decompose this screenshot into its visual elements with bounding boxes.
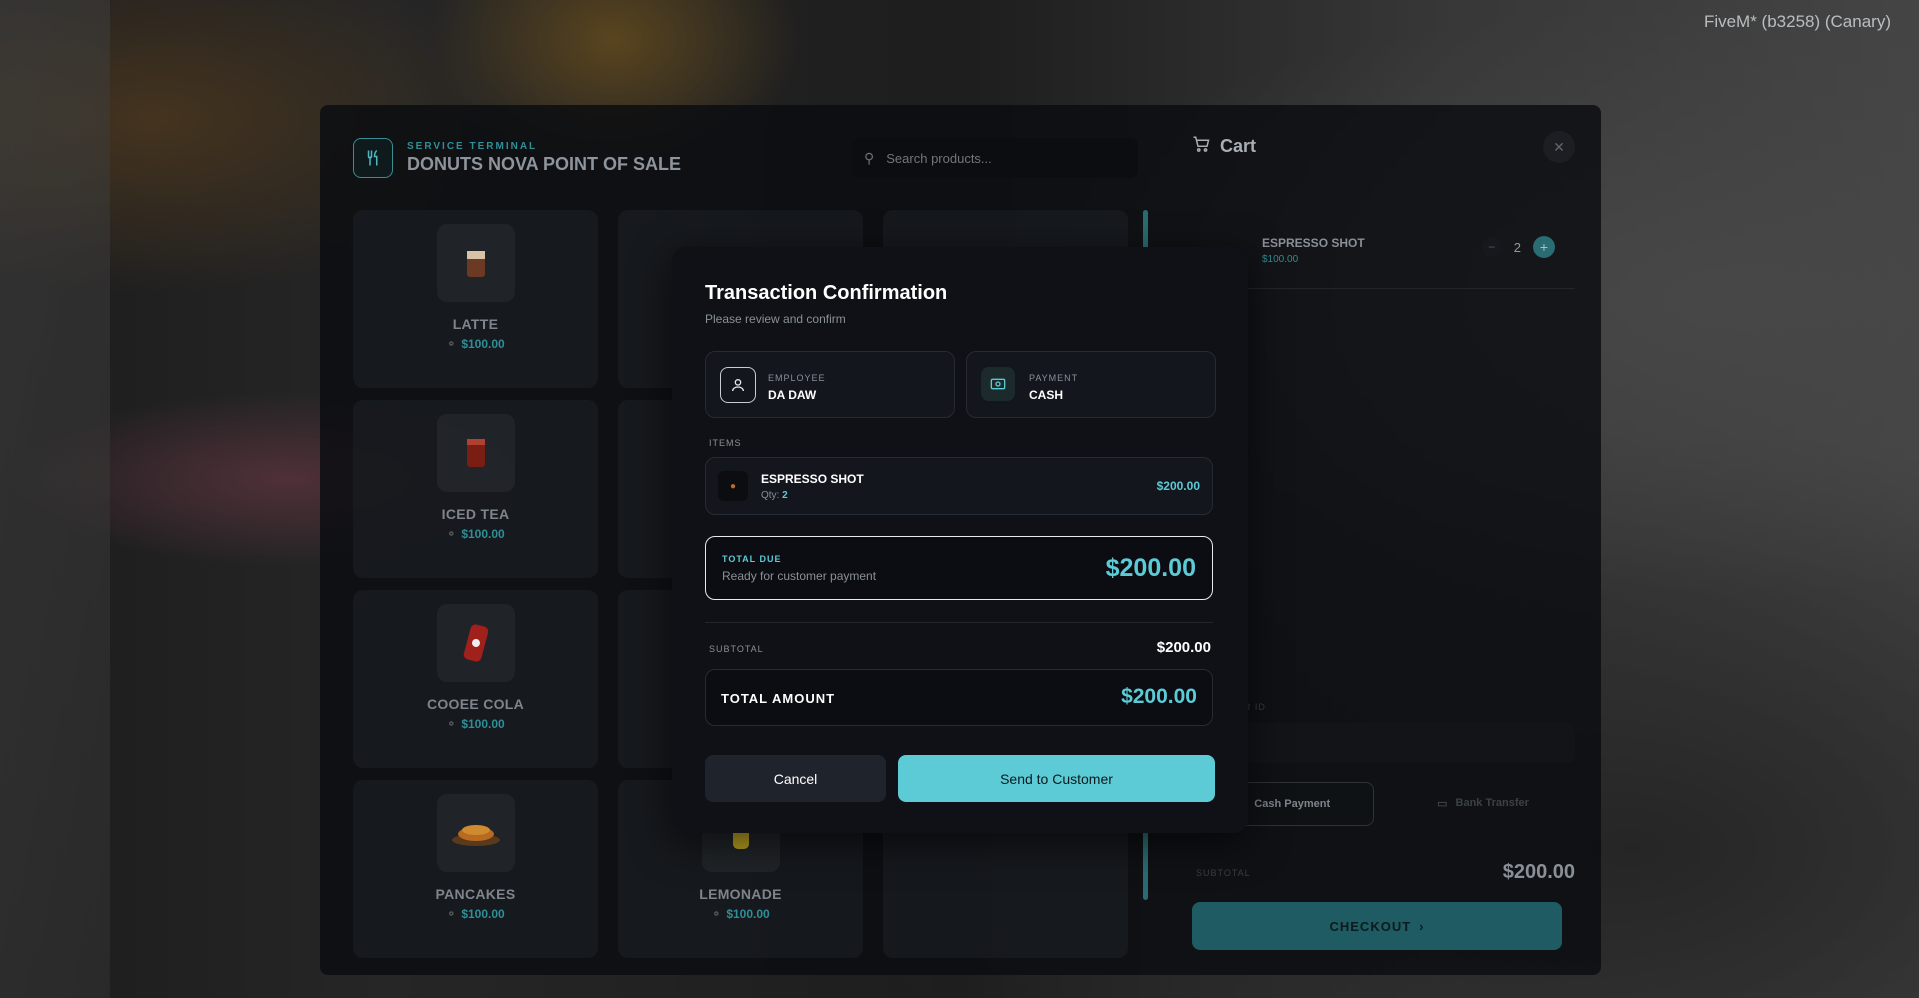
send-to-customer-button[interactable]: Send to Customer	[898, 755, 1215, 802]
search-icon: ⚲	[864, 149, 875, 166]
total-amount-box: TOTAL AMOUNT $200.00	[705, 669, 1213, 726]
cola-can-icon	[436, 604, 515, 682]
utensils-icon	[353, 138, 393, 178]
pancakes-icon	[436, 794, 515, 872]
fivem-watermark: FiveM* (b3258) (Canary)	[1703, 12, 1891, 31]
total-due-subtext: Ready for customer payment	[722, 569, 877, 583]
decrease-qty-button[interactable]: −	[1481, 237, 1502, 257]
checkout-button[interactable]: CHECKOUT ›	[1192, 902, 1562, 950]
item-qty-label: Qty:	[761, 490, 780, 501]
cash-icon	[981, 367, 1015, 401]
modal-subtitle: Please review and confirm	[705, 312, 846, 326]
espresso-icon: ●	[718, 471, 748, 501]
pos-header: SERVICE TERMINAL DONUTS NOVA POINT OF SA…	[353, 138, 681, 178]
employee-card: EMPLOYEE DA DAW	[705, 351, 955, 418]
product-price: $100.00	[461, 337, 505, 351]
product-name: LEMONADE	[699, 886, 782, 902]
cart-item-name: ESPRESSO SHOT	[1262, 236, 1365, 250]
iced-tea-icon	[436, 414, 515, 492]
cart-item: ESPRESSO SHOT $100.00 − 2 +	[1192, 222, 1575, 289]
total-due-box: TOTAL DUE Ready for customer payment $20…	[705, 536, 1213, 600]
product-price: $100.00	[726, 907, 770, 921]
cart-title: Cart	[1192, 135, 1256, 158]
tag-icon: ⚬	[446, 907, 457, 921]
subtotal-label: SUBTOTAL	[709, 644, 764, 654]
items-label: ITEMS	[709, 438, 742, 448]
tag-icon: ⚬	[446, 717, 457, 731]
product-name: PANCAKES	[435, 886, 516, 902]
product-name: COOEE COLA	[426, 696, 525, 712]
employee-value: DA DAW	[768, 388, 817, 402]
product-price: $100.00	[461, 527, 505, 541]
cart-item-qty: 2	[1513, 239, 1521, 255]
tag-icon: ⚬	[446, 527, 457, 541]
product-name: LATTE	[452, 316, 499, 332]
cart-title-label: Cart	[1220, 136, 1257, 156]
search-input[interactable]	[884, 149, 1109, 167]
pos-subtitle: SERVICE TERMINAL	[407, 141, 538, 152]
item-qty: 2	[782, 490, 788, 501]
search-bar[interactable]: ⚲	[852, 138, 1138, 178]
divider	[705, 622, 1213, 623]
cart-icon	[1192, 135, 1210, 158]
tag-icon: ⚬	[446, 337, 457, 351]
customer-id-input[interactable]	[1192, 723, 1575, 763]
modal-title: Transaction Confirmation	[705, 282, 948, 304]
total-amount-value: $200.00	[1121, 685, 1197, 708]
cart-item-price: $100.00	[1262, 254, 1299, 265]
total-amount-label: TOTAL AMOUNT	[721, 691, 836, 706]
item-name: ESPRESSO SHOT	[761, 472, 864, 486]
chevron-right-icon: ›	[1419, 918, 1425, 934]
cart-subtotal-label: SUBTOTAL	[1196, 868, 1251, 878]
cancel-button[interactable]: Cancel	[705, 755, 886, 802]
product-card-iced-tea[interactable]: ICED TEA ⚬ $100.00	[353, 400, 598, 578]
product-card-latte[interactable]: LATTE ⚬ $100.00	[353, 210, 598, 388]
payment-value: CASH	[1029, 388, 1064, 402]
payment-label: PAYMENT	[1029, 373, 1079, 383]
total-due-value: $200.00	[1105, 554, 1196, 582]
item-price: $200.00	[1156, 479, 1200, 493]
subtotal-value: $200.00	[1156, 639, 1211, 656]
payment-card: PAYMENT CASH	[966, 351, 1216, 418]
product-price: $100.00	[461, 907, 505, 921]
transaction-confirmation-modal: Transaction Confirmation Please review a…	[672, 247, 1248, 833]
product-card-pancakes[interactable]: PANCAKES ⚬ $100.00	[353, 780, 598, 958]
tag-icon: ⚬	[711, 907, 722, 921]
employee-label: EMPLOYEE	[768, 373, 826, 383]
item-row: ● ESPRESSO SHOT Qty: 2 $200.00	[705, 457, 1213, 515]
product-price: $100.00	[461, 717, 505, 731]
pos-title: DONUTS NOVA POINT OF SALE	[407, 154, 682, 174]
bank-transfer-button[interactable]: ▭ Bank Transfer	[1393, 782, 1573, 824]
product-name: ICED TEA	[441, 506, 510, 522]
product-card-cooee-cola[interactable]: COOEE COLA ⚬ $100.00	[353, 590, 598, 768]
cart-subtotal-value: $200.00	[1502, 861, 1575, 883]
increase-qty-button[interactable]: +	[1533, 236, 1555, 258]
user-icon	[720, 367, 756, 403]
total-due-label: TOTAL DUE	[722, 554, 782, 564]
latte-icon	[436, 224, 515, 302]
card-icon: ▭	[1437, 797, 1448, 810]
close-icon[interactable]: ✕	[1543, 131, 1575, 163]
